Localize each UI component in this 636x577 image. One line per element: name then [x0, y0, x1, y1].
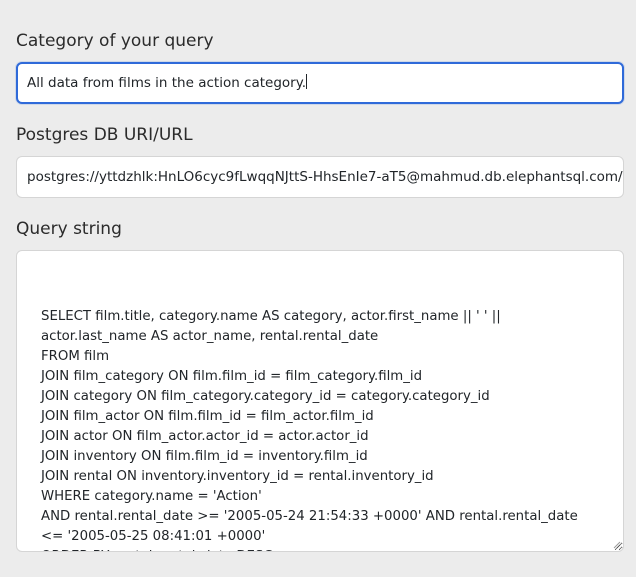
query-string-textarea[interactable]: SELECT film.title, category.name AS cate…	[16, 250, 624, 552]
query-string-label: Query string	[16, 219, 122, 239]
category-label: Category of your query	[16, 31, 214, 51]
category-input[interactable]: All data from films in the action catego…	[16, 62, 624, 104]
db-uri-label: Postgres DB URI/URL	[16, 125, 193, 145]
text-cursor	[306, 74, 308, 89]
category-input-value: All data from films in the action catego…	[27, 75, 307, 91]
query-string-text: SELECT film.title, category.name AS cate…	[41, 309, 578, 551]
resize-handle-icon[interactable]	[613, 541, 621, 549]
db-uri-input[interactable]: postgres://yttdzhlk:HnLO6cyc9fLwqqNJttS-…	[16, 156, 624, 198]
